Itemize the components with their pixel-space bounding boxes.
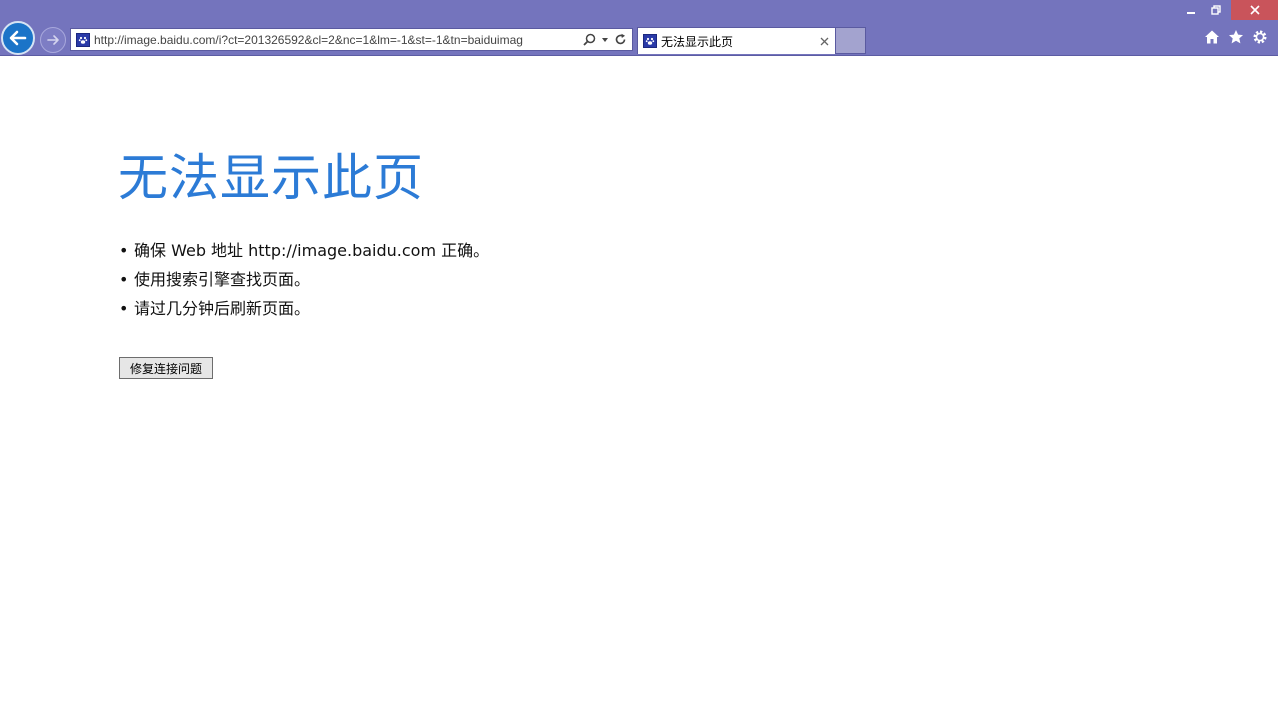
search-icon[interactable] [583,33,596,46]
forward-button[interactable] [40,27,66,53]
fix-connection-button[interactable]: 修复连接问题 [119,357,213,379]
browser-chrome: http://image.baidu.com/i?ct=201326592&cl… [0,0,1278,56]
gear-icon[interactable] [1252,29,1268,45]
forward-arrow-icon [46,33,60,47]
refresh-icon[interactable] [614,33,627,46]
back-button[interactable] [1,21,35,55]
tip-item: 使用搜索引擎查找页面。 [118,265,489,294]
star-icon[interactable] [1228,29,1244,45]
minimize-button[interactable] [1180,0,1202,20]
home-icon[interactable] [1204,29,1220,45]
restore-icon [1211,5,1221,15]
tab-close-button[interactable] [817,34,831,48]
restore-button[interactable] [1205,0,1227,20]
baidu-paw-favicon [76,33,90,47]
page-title: 无法显示此页 [118,138,424,210]
page-content: 无法显示此页 确保 Web 地址 http://image.baidu.com … [0,56,1278,708]
back-arrow-icon [8,28,28,48]
address-bar[interactable]: http://image.baidu.com/i?ct=201326592&cl… [70,28,633,51]
tab-favicon [643,34,657,48]
tab-close-icon [820,37,829,46]
minimize-icon [1186,5,1196,15]
tab-title: 无法显示此页 [661,33,817,50]
browser-toolbar [1204,29,1268,45]
tip-item: 确保 Web 地址 http://image.baidu.com 正确。 [118,236,489,265]
dropdown-arrow-icon[interactable] [601,36,609,44]
close-icon [1250,5,1260,15]
tip-item: 请过几分钟后刷新页面。 [118,294,489,323]
troubleshooting-tips: 确保 Web 地址 http://image.baidu.com 正确。 使用搜… [118,236,489,323]
close-window-button[interactable] [1231,0,1278,20]
url-text[interactable]: http://image.baidu.com/i?ct=201326592&cl… [94,33,578,47]
tab-active[interactable]: 无法显示此页 [637,27,836,54]
new-tab-button[interactable] [836,27,866,54]
